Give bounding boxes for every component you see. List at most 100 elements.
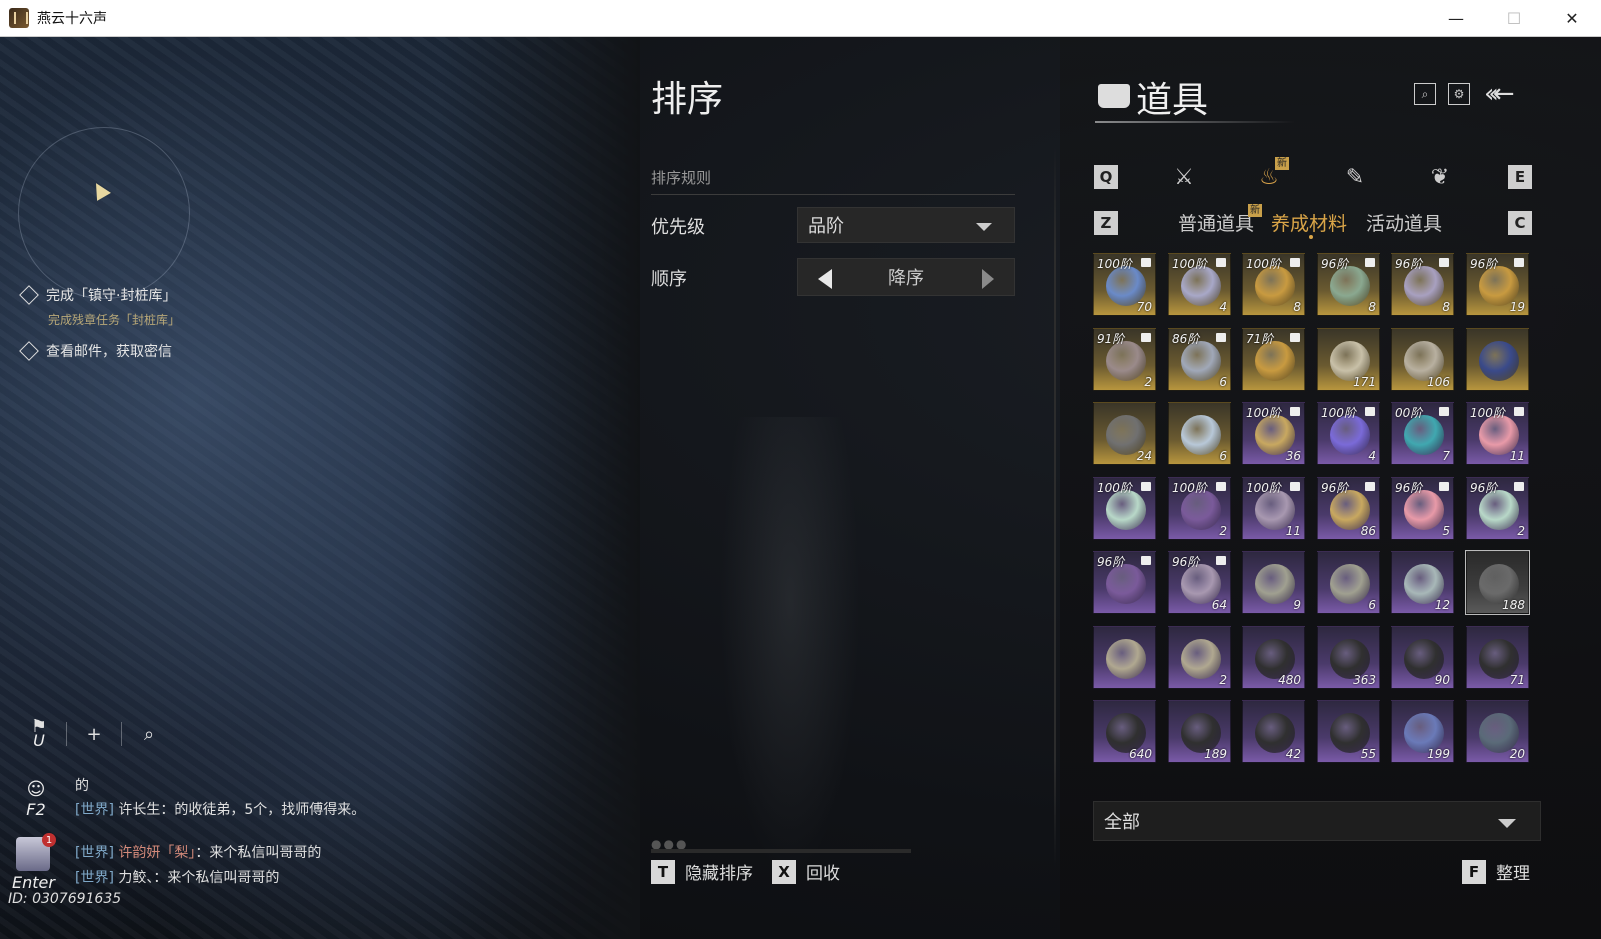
item-slot[interactable]: 96阶 86 bbox=[1317, 477, 1380, 540]
filter-select[interactable]: 全部 bbox=[1093, 801, 1541, 841]
item-slot[interactable]: 100阶 bbox=[1093, 477, 1156, 540]
subtab-materials[interactable]: 养成材料 bbox=[1271, 209, 1347, 236]
item-slot[interactable]: 2 bbox=[1168, 626, 1231, 689]
item-slot[interactable]: 96阶 8 bbox=[1391, 253, 1454, 316]
item-slot[interactable]: 00阶 7 bbox=[1391, 402, 1454, 465]
item-slot[interactable]: 106 bbox=[1391, 328, 1454, 391]
arrange-button[interactable]: F 整理 bbox=[1462, 859, 1530, 884]
add-button[interactable]: + bbox=[77, 717, 111, 751]
item-count: 2 bbox=[1144, 375, 1152, 389]
item-count: 20 bbox=[1509, 747, 1525, 761]
item-slot[interactable] bbox=[1466, 328, 1529, 391]
item-slot[interactable]: 96阶 19 bbox=[1466, 253, 1529, 316]
avatar: 1 bbox=[16, 833, 56, 871]
subtab-general[interactable]: 普通道具 bbox=[1178, 209, 1254, 236]
item-slot[interactable]: 100阶 2 bbox=[1168, 477, 1231, 540]
order-next-arrow-icon[interactable] bbox=[982, 269, 994, 289]
minimap[interactable] bbox=[18, 127, 190, 299]
settings-icon[interactable]: ⚙ bbox=[1448, 83, 1470, 105]
item-slot[interactable]: 96阶 bbox=[1093, 551, 1156, 614]
item-slot[interactable]: 86阶 6 bbox=[1168, 328, 1231, 391]
item-slot[interactable]: 91阶 2 bbox=[1093, 328, 1156, 391]
item-tier: 96阶 bbox=[1321, 257, 1349, 271]
maximize-button[interactable]: ☐ bbox=[1485, 0, 1543, 37]
prev-subtab-key[interactable]: Z bbox=[1094, 211, 1118, 235]
item-slot[interactable]: 640 bbox=[1093, 700, 1156, 763]
item-slot[interactable]: 363 bbox=[1317, 626, 1380, 689]
chevron-down-icon bbox=[1498, 819, 1516, 828]
item-slot[interactable]: 188 bbox=[1465, 550, 1530, 615]
item-slot[interactable]: 90 bbox=[1391, 626, 1454, 689]
item-slot[interactable]: 199 bbox=[1391, 700, 1454, 763]
flag-button[interactable]: ⚑ U bbox=[22, 717, 56, 751]
item-slot[interactable]: 96阶 8 bbox=[1317, 253, 1380, 316]
chat-sender[interactable]: 许韵妍「梨」 bbox=[118, 845, 195, 861]
priority-select[interactable]: 品阶 bbox=[797, 207, 1015, 243]
item-icon bbox=[1330, 415, 1370, 455]
item-tier: 96阶 bbox=[1470, 257, 1498, 271]
item-slot[interactable]: 6 bbox=[1317, 551, 1380, 614]
category-emblem-icon[interactable]: ❦ bbox=[1425, 162, 1455, 192]
item-slot[interactable]: 20 bbox=[1466, 700, 1529, 763]
search-icon[interactable]: ⌕ bbox=[1414, 83, 1436, 105]
item-slot[interactable]: 42 bbox=[1242, 700, 1305, 763]
category-weapons-icon[interactable]: ⚔ bbox=[1169, 162, 1199, 192]
item-icon bbox=[1181, 490, 1221, 530]
item-slot[interactable]: 480 bbox=[1242, 626, 1305, 689]
item-slot[interactable]: 12 bbox=[1391, 551, 1454, 614]
item-icon bbox=[1181, 341, 1221, 381]
recycle-button[interactable]: X 回收 bbox=[772, 859, 840, 884]
order-prev-arrow-icon[interactable] bbox=[818, 269, 832, 289]
chat-text: ：的收徒弟，5个，找师傅得来。 bbox=[160, 802, 366, 818]
subtab-event[interactable]: 活动道具 bbox=[1366, 209, 1442, 236]
item-count: 2 bbox=[1219, 673, 1227, 687]
category-scroll-icon[interactable]: ✎ bbox=[1340, 162, 1370, 192]
item-slot[interactable]: 100阶 11 bbox=[1466, 402, 1529, 465]
item-slot[interactable]: 100阶 70 bbox=[1093, 253, 1156, 316]
item-tier: 100阶 bbox=[1470, 406, 1505, 420]
next-subtab-key[interactable]: C bbox=[1508, 211, 1532, 235]
search-icon[interactable]: ⌕ bbox=[132, 717, 166, 751]
item-slot[interactable]: 96阶 2 bbox=[1466, 477, 1529, 540]
emote-button[interactable]: ☺ F2 bbox=[22, 779, 50, 819]
quest-title: 查看邮件，获取密信 bbox=[46, 344, 172, 360]
hide-sort-button[interactable]: T 隐藏排序 bbox=[651, 859, 753, 884]
next-category-key[interactable]: E bbox=[1508, 165, 1532, 189]
bound-lock-icon bbox=[1216, 556, 1226, 565]
back-arrow-icon[interactable]: ‹‹← bbox=[1484, 79, 1514, 109]
item-slot[interactable]: 96阶 64 bbox=[1168, 551, 1231, 614]
item-slot[interactable]: 100阶 4 bbox=[1168, 253, 1231, 316]
item-slot[interactable]: 6 bbox=[1168, 402, 1231, 465]
item-slot[interactable] bbox=[1093, 626, 1156, 689]
item-slot[interactable]: 9 bbox=[1242, 551, 1305, 614]
new-badge: 新 bbox=[1275, 157, 1289, 170]
chat-button[interactable]: 1 Enter bbox=[12, 833, 56, 892]
chat-sender[interactable]: 力鲛、 bbox=[118, 870, 153, 886]
emote-key: F2 bbox=[26, 800, 46, 819]
prev-category-key[interactable]: Q bbox=[1094, 165, 1118, 189]
item-slot[interactable]: 24 bbox=[1093, 402, 1156, 465]
item-slot[interactable]: 100阶 8 bbox=[1242, 253, 1305, 316]
item-slot[interactable]: 71阶 bbox=[1242, 328, 1305, 391]
item-slot[interactable]: 55 bbox=[1317, 700, 1380, 763]
quest-item[interactable]: 查看邮件，获取密信 bbox=[19, 341, 172, 361]
sort-rule-heading: 排序规则 bbox=[651, 167, 1015, 195]
quest-title: 完成「镇守·封桩库」 bbox=[46, 288, 177, 304]
item-slot[interactable]: 100阶 4 bbox=[1317, 402, 1380, 465]
item-count: 6 bbox=[1219, 449, 1227, 463]
item-count: 188 bbox=[1502, 598, 1525, 612]
bound-lock-icon bbox=[1365, 482, 1375, 491]
quest-item[interactable]: 完成「镇守·封桩库」 bbox=[19, 285, 177, 305]
close-button[interactable]: ✕ bbox=[1543, 0, 1601, 37]
item-tier: 96阶 bbox=[1470, 481, 1498, 495]
item-slot[interactable]: 71 bbox=[1466, 626, 1529, 689]
bound-lock-icon bbox=[1290, 482, 1300, 491]
minimize-button[interactable]: — bbox=[1427, 0, 1485, 37]
item-slot[interactable]: 96阶 5 bbox=[1391, 477, 1454, 540]
item-slot[interactable]: 100阶 11 bbox=[1242, 477, 1305, 540]
item-slot[interactable]: 100阶 36 bbox=[1242, 402, 1305, 465]
item-slot[interactable]: 189 bbox=[1168, 700, 1231, 763]
chat-sender[interactable]: 许长生 bbox=[118, 802, 160, 818]
item-count: 36 bbox=[1285, 449, 1301, 463]
item-slot[interactable]: 171 bbox=[1317, 328, 1380, 391]
